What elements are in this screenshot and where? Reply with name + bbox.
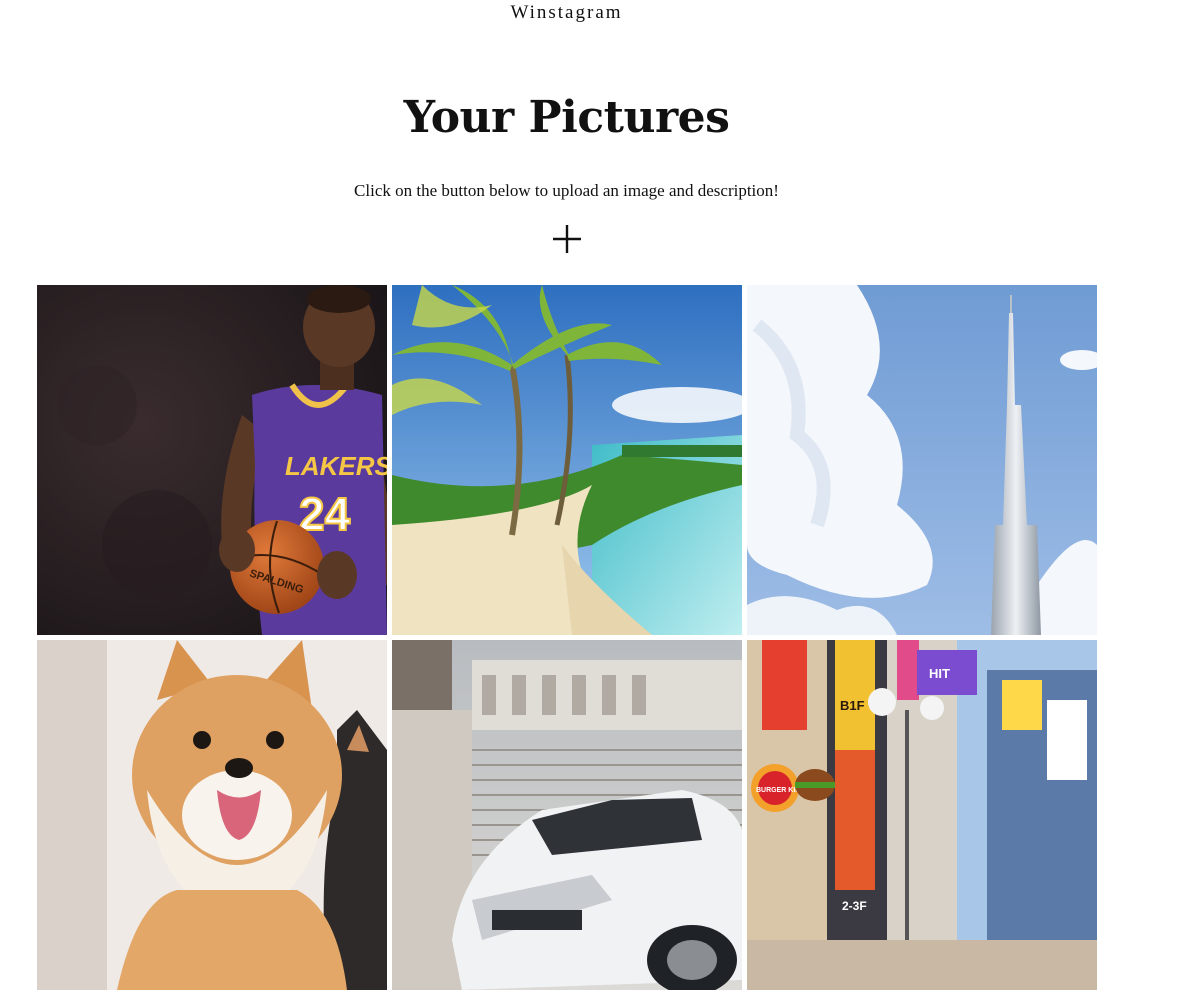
photo-white-suv[interactable] <box>392 640 742 990</box>
jersey-text: LAKERS <box>285 451 387 481</box>
floor-sign-b1f: B1F <box>840 698 865 713</box>
hit-sign: HIT <box>929 666 950 681</box>
photo-grid: LAKERS 24 SPALDING BURGER KING B1F HIT 2… <box>37 285 1097 990</box>
shiba-dog-image <box>37 640 387 990</box>
photo-city-street[interactable]: BURGER KING B1F HIT 2-3F <box>747 640 1097 990</box>
photo-basketball-player[interactable]: LAKERS 24 SPALDING <box>37 285 387 635</box>
photo-shiba-dog[interactable] <box>37 640 387 990</box>
photo-tropical-beach[interactable] <box>392 285 742 635</box>
brand-logo[interactable]: Winstagram <box>0 2 1133 24</box>
white-suv-image <box>392 640 742 990</box>
skyscraper-image <box>747 285 1097 635</box>
tropical-beach-image <box>392 285 742 635</box>
basketball-player-image: LAKERS 24 SPALDING <box>37 285 387 635</box>
photo-skyscraper[interactable] <box>747 285 1097 635</box>
page-title: Your Pictures <box>403 92 730 143</box>
add-image-button[interactable] <box>550 222 584 256</box>
upload-instructions: Click on the button below to upload an i… <box>354 181 779 200</box>
city-street-image: BURGER KING B1F HIT 2-3F <box>747 640 1097 990</box>
floor-sign-2-3f: 2-3F <box>842 899 867 913</box>
plus-icon <box>553 225 581 253</box>
